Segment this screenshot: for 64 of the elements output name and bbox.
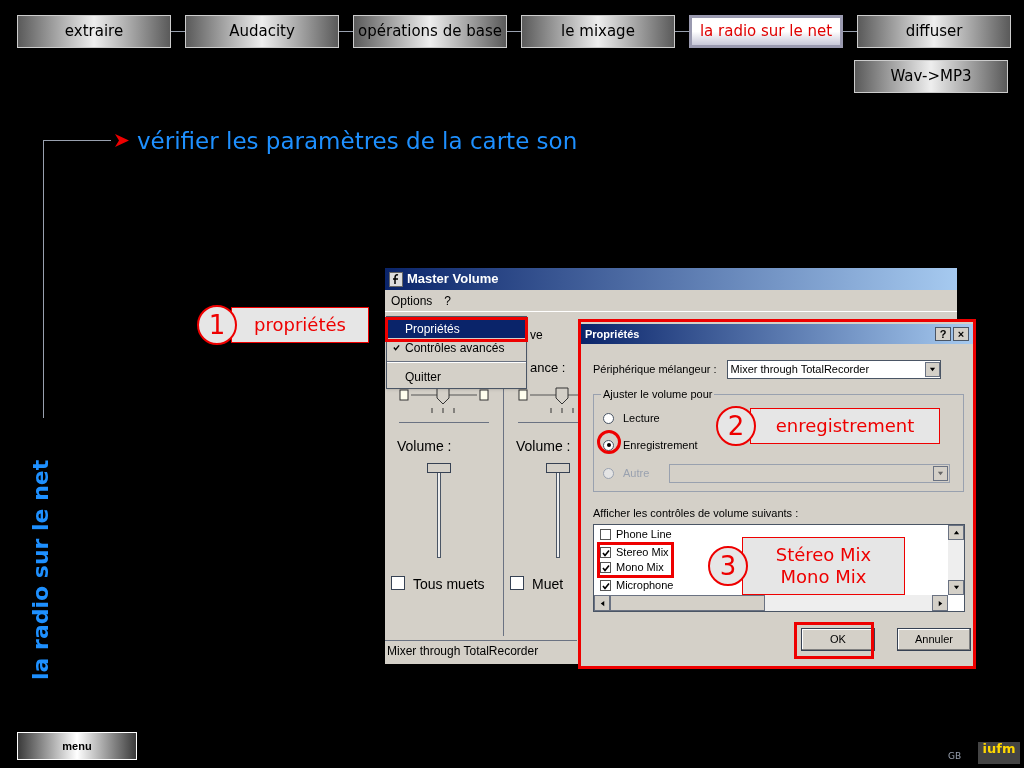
- menu-item[interactable]: ?: [438, 291, 458, 310]
- dialog-title: Propriétés ? ×: [581, 324, 973, 344]
- scroll-up-icon: [952, 529, 960, 536]
- mixer-select[interactable]: Mixer through TotalRecorder: [726, 360, 941, 379]
- caret-icon: [928, 366, 936, 373]
- caret-icon: [937, 470, 945, 477]
- checkbox[interactable]: [600, 580, 611, 591]
- scroll-right-icon: [936, 599, 944, 607]
- slider-thumb[interactable]: [427, 463, 451, 473]
- nav-tab[interactable]: Audacity: [185, 15, 339, 48]
- mute-checkbox[interactable]: [510, 576, 524, 590]
- menu-button[interactable]: menu: [17, 732, 137, 760]
- window-title: Master Volume: [385, 268, 957, 290]
- radio-label: Enregistrement: [623, 438, 698, 453]
- dialog-button[interactable]: OK: [801, 628, 875, 651]
- title-button[interactable]: ×: [953, 327, 969, 341]
- radio-button[interactable]: [603, 439, 614, 451]
- horizontal-scrollbar[interactable]: [594, 595, 948, 611]
- nav-tab[interactable]: Wav->MP3: [854, 60, 1008, 93]
- logo: iufm: [978, 742, 1020, 764]
- checkbox[interactable]: [600, 562, 611, 573]
- radio-label: Lecture: [623, 411, 660, 426]
- list-item[interactable]: Mono Mix: [600, 560, 671, 575]
- nav-tab[interactable]: la radio sur le net: [689, 15, 843, 48]
- menu-option[interactable]: Contrôles avancés: [387, 338, 526, 357]
- radio-button[interactable]: [603, 412, 614, 424]
- field-label: Périphérique mélangeur :: [593, 362, 717, 378]
- footer-initials: GB: [948, 750, 962, 763]
- side-title: la radio sur le net: [27, 459, 54, 680]
- menu-item[interactable]: Options: [385, 291, 439, 310]
- vertical-scrollbar[interactable]: [948, 525, 964, 595]
- mute-label: Tous muets: [413, 575, 485, 594]
- callout-label: propriétés: [231, 307, 369, 343]
- scroll-down-icon: [952, 584, 960, 591]
- nav-tab[interactable]: le mixage: [521, 15, 675, 48]
- radio-label: Autre: [623, 466, 650, 482]
- volume-label: Volume :: [397, 437, 452, 456]
- scroll-left-icon: [598, 599, 606, 607]
- nav-tab[interactable]: diffuser: [857, 15, 1011, 48]
- mute-checkbox[interactable]: [391, 576, 405, 590]
- callout-label: Stéreo Mix Mono Mix: [742, 537, 905, 595]
- slider-thumb[interactable]: [546, 463, 570, 473]
- checkbox[interactable]: [600, 529, 611, 540]
- check-icon: [393, 344, 400, 351]
- checkbox[interactable]: [600, 547, 611, 558]
- mute-label: Muet: [532, 575, 564, 594]
- app-icon: [389, 271, 403, 287]
- menu-option[interactable]: Quitter: [387, 367, 526, 386]
- heading: vérifier les paramètres de la carte son: [137, 127, 578, 156]
- list-item[interactable]: Phone Line: [600, 527, 676, 542]
- control-label: ve: [530, 327, 543, 344]
- list-label: Afficher les contrôles de volume suivants :: [593, 506, 799, 521]
- callout-label: enregistrement: [750, 408, 940, 444]
- arrow-bullet-icon: [115, 134, 129, 147]
- nav-tab[interactable]: opérations de base: [353, 15, 507, 48]
- nav-tab[interactable]: extraire: [17, 15, 171, 48]
- list-item[interactable]: Microphone: [600, 578, 676, 593]
- volume-label: Volume :: [516, 437, 571, 456]
- title-button[interactable]: ?: [935, 327, 951, 341]
- dialog-button[interactable]: Annuler: [897, 628, 971, 651]
- control-label: ance :: [530, 359, 566, 377]
- list-item[interactable]: Stereo Mix: [600, 545, 671, 560]
- dropdown-button[interactable]: [924, 362, 940, 377]
- status-bar: Mixer through TotalRecorder: [385, 640, 577, 660]
